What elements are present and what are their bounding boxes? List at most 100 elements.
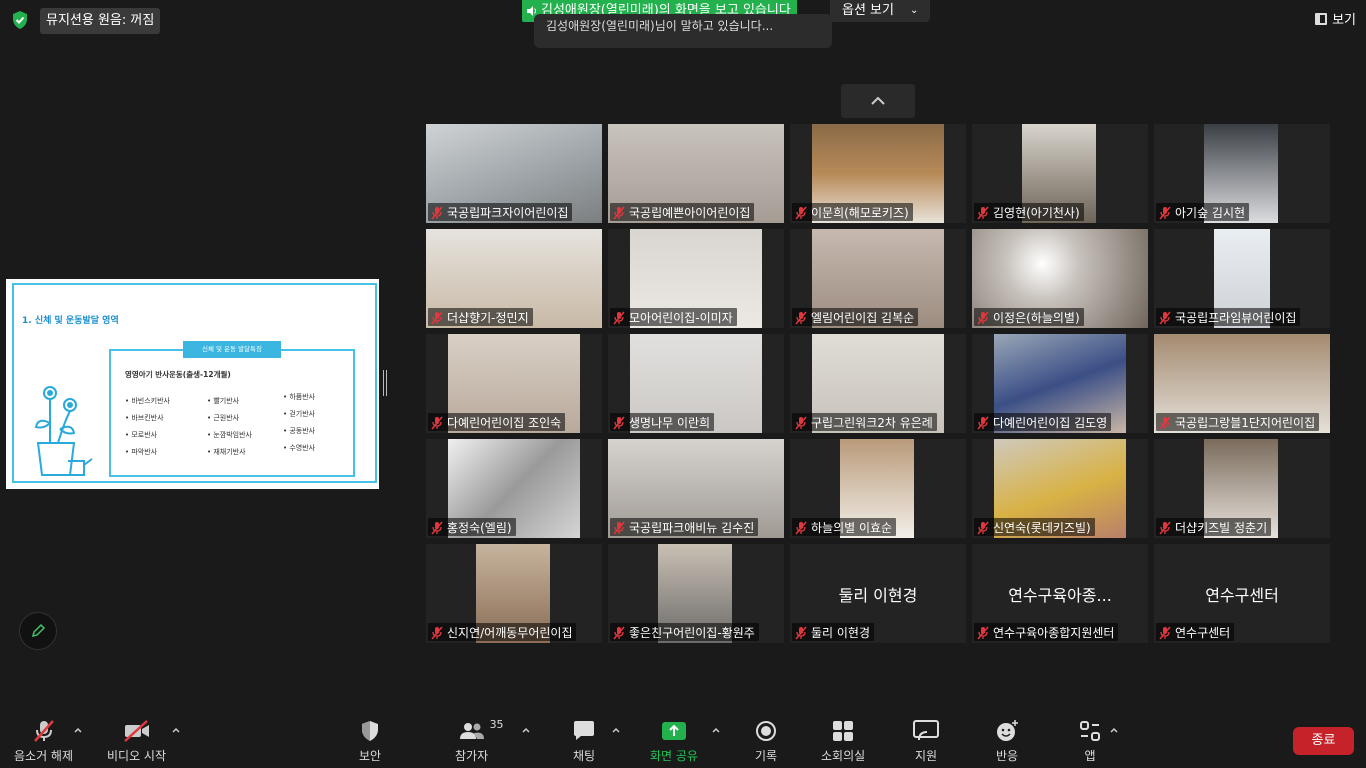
participant-tile[interactable]: 둘리 이현경 둘리 이현경 [790,544,966,643]
active-speaker-text: 김성애원장(열린미래)님이 말하고 있습니다... [534,14,832,48]
mic-muted-icon [977,520,989,535]
participant-name-bar: 신연숙(롯데키즈빌) [974,518,1095,536]
participant-tile[interactable]: 이정은(하늘의별) [972,229,1148,328]
participant-tile[interactable]: 다예린어린이집 조인숙 [426,334,602,433]
participant-tile[interactable]: 국공립파크애비뉴 김수진 [608,439,784,538]
participant-name-bar: 더샵향기-정민지 [428,308,533,326]
share-screen-icon [660,718,688,744]
mic-muted-icon [977,625,989,640]
participant-name-bar: 모아어린이집-이미자 [610,308,737,326]
view-button[interactable]: 보기 [1315,9,1356,28]
chevron-down-icon: ⌄ [909,5,919,16]
participant-name: 국공립프라임뷰어린이집 [1175,310,1297,325]
participant-tile[interactable]: 이문희(해모로키즈) [790,124,966,223]
participant-name: 생명나무 이란희 [629,415,711,430]
participant-tile[interactable]: 모아어린이집-이미자 [608,229,784,328]
plant-illustration-icon [34,386,93,476]
participant-name-bar: 좋은친구어린이집-황원주 [610,623,759,641]
reactions-label: 반응 [995,749,1019,763]
splitter-handle[interactable] [383,370,387,396]
apps-caret-icon[interactable] [1109,725,1119,735]
record-button[interactable]: 기록 [752,718,780,764]
participant-tile[interactable]: 국공립프라임뷰어린이집 [1154,229,1330,328]
participant-tile[interactable]: 연수구센터 연수구센터 [1154,544,1330,643]
participant-tile[interactable]: 더샵향기-정민지 [426,229,602,328]
mic-muted-icon [431,625,443,640]
participant-tile[interactable]: 더샵키즈빌 정춘기 [1154,439,1330,538]
participant-tile[interactable]: 하늘의별 이효순 [790,439,966,538]
mic-muted-icon [1159,310,1171,325]
participant-name-bar: 엘림어린이집 김복순 [792,308,919,326]
security-shield-icon [356,718,384,744]
participant-name: 홍정숙(엘림) [447,520,512,535]
participant-name: 구립그린워크2차 유은례 [811,415,933,430]
reflex-item: 바빈스키반사 [125,393,170,410]
reflex-item: 파악반사 [125,444,170,461]
participants-button[interactable]: 35 참가자 [455,718,504,764]
reflex-item: 수영반사 [283,440,315,457]
participant-display-name: 연수구육아종... [1008,586,1112,605]
support-button[interactable]: 지원 [912,718,940,764]
start-video-button[interactable]: 비디오 시작 [107,718,166,764]
video-off-icon [123,718,151,744]
participant-tile[interactable]: 국공립파크자이어린이집 [426,124,602,223]
video-options-caret-icon[interactable] [171,725,181,735]
end-meeting-button[interactable]: 종료 [1293,727,1354,755]
unmute-label: 음소거 해제 [14,749,74,763]
participant-tile[interactable]: 좋은친구어린이집-황원주 [608,544,784,643]
share-caret-icon[interactable] [711,725,721,735]
share-screen-label: 화면 공유 [650,749,698,763]
breakout-rooms-button[interactable]: 소회의실 [821,718,865,764]
reflex-item: 모로반사 [125,427,170,444]
participant-name-bar: 국공립그랑블1단지어린이집 [1156,413,1320,431]
participant-name: 엘림어린이집 김복순 [811,310,915,325]
audio-options-caret-icon[interactable] [73,725,83,735]
participant-tile[interactable]: 신지연/어깨동무어린이집 [426,544,602,643]
participant-name: 둘리 이현경 [811,625,871,640]
participant-name: 모아어린이집-이미자 [629,310,733,325]
participant-tile[interactable]: 다예린어린이집 김도영 [972,334,1148,433]
unmute-button[interactable]: 음소거 해제 [14,718,73,764]
participant-tile[interactable]: 신연숙(롯데키즈빌) [972,439,1148,538]
participant-tile[interactable]: 엘림어린이집 김복순 [790,229,966,328]
mic-muted-icon [1159,205,1171,220]
apps-button[interactable]: 앱 [1076,718,1104,764]
participant-name-bar: 연수구센터 [1156,623,1235,641]
participant-tile[interactable]: 김영현(아기천사) [972,124,1148,223]
participants-caret-icon[interactable] [521,725,531,735]
participant-name: 하늘의별 이효순 [811,520,893,535]
breakout-rooms-label: 소회의실 [821,749,866,763]
chat-button[interactable]: 채팅 [570,718,598,764]
participant-display-name: 연수구센터 [1205,586,1279,605]
reactions-button[interactable]: 반응 [993,718,1021,764]
participant-name-bar: 이문희(해모로키즈) [792,203,913,221]
participant-tile[interactable]: 구립그린워크2차 유은례 [790,334,966,433]
mic-muted-icon [431,415,443,430]
participant-name: 아기숲 김시현 [1175,205,1246,220]
annotate-button[interactable] [19,612,57,650]
participant-tile[interactable]: 국공립예쁜아이어린이집 [608,124,784,223]
participant-tile[interactable]: 생명나무 이란희 [608,334,784,433]
chat-caret-icon[interactable] [611,725,621,735]
start-video-label: 비디오 시작 [107,749,167,763]
reflex-list-1: 바빈스키반사 바브킨반사 모로반사 파악반사 [125,393,170,461]
security-button[interactable]: 보안 [356,718,384,764]
participant-name-bar: 홍정숙(엘림) [428,518,516,536]
participant-name-bar: 다예린어린이집 김도영 [974,413,1112,431]
participant-name: 국공립그랑블1단지어린이집 [1175,415,1316,430]
participant-tile[interactable]: 아기숲 김시현 [1154,124,1330,223]
mic-muted-icon [431,310,443,325]
participant-name-bar: 연수구육아종합지원센터 [974,623,1119,641]
encryption-shield-icon[interactable] [10,10,30,30]
reflex-item: 하품반사 [283,389,315,406]
participant-name: 더샵향기-정민지 [447,310,529,325]
view-options-label: 옵션 보기 [842,3,894,18]
slide-content-box: 신체 및 운동 발달특징 영영아기 반사운동(출생-12개월) 바빈스키반사 바… [109,341,355,477]
original-sound-toggle[interactable]: 뮤지션용 원음: 꺼짐 [40,8,161,34]
participant-tile[interactable]: 국공립그랑블1단지어린이집 [1154,334,1330,433]
participant-tile[interactable]: 홍정숙(엘림) [426,439,602,538]
participant-tile[interactable]: 연수구육아종... 연수구육아종합지원센터 [972,544,1148,643]
share-screen-button[interactable]: 화면 공유 [650,718,698,764]
collapse-gallery-button[interactable] [841,84,915,118]
view-options-button[interactable]: 옵션 보기 ⌄ [830,0,930,22]
